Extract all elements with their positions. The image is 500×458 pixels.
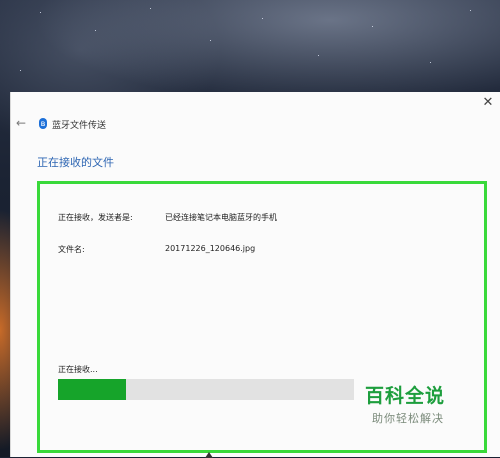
watermark-title: 百科全说 <box>365 385 446 407</box>
sender-value: 已经连接笔记本电脑蓝牙的手机 <box>165 213 277 222</box>
page-heading: 正在接收的文件 <box>37 156 114 169</box>
watermark-subtitle: 助你轻松解决 <box>372 412 444 425</box>
back-arrow-icon[interactable]: ← <box>16 116 26 130</box>
filename-label: 文件名: <box>58 245 85 254</box>
close-icon[interactable]: ✕ <box>479 94 497 112</box>
mouse-cursor-icon <box>205 452 213 458</box>
bluetooth-icon: ʙ <box>39 118 47 129</box>
progress-fill <box>58 379 127 400</box>
app-title: 蓝牙文件传送 <box>52 121 107 131</box>
progress-status: 正在接收... <box>58 365 98 374</box>
progress-bar <box>58 379 354 400</box>
filename-value: 20171226_120646.jpg <box>165 244 256 253</box>
sender-label: 正在接收，发送者是: <box>58 213 133 222</box>
